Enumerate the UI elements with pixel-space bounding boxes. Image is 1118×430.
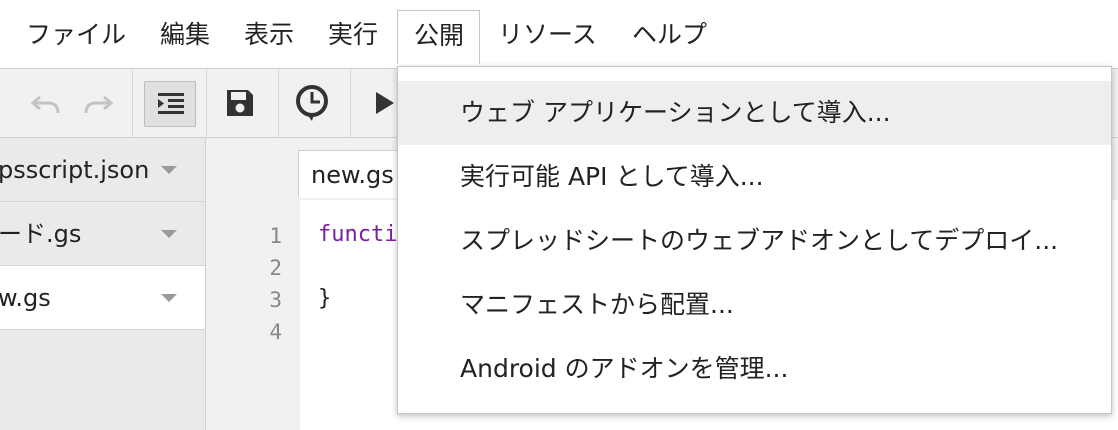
menu-edit[interactable]: 編集 (144, 10, 226, 64)
file-name: w.gs (0, 284, 51, 312)
manage-android-addons-item[interactable]: Android のアドオンを管理... (398, 337, 1111, 401)
indent-button[interactable] (144, 81, 196, 127)
chevron-down-icon[interactable] (161, 230, 177, 238)
deploy-as-sheets-web-addon-item[interactable]: スプレッドシートのウェブアドオンとしてデプロイ... (398, 209, 1111, 273)
toolbar-separator (206, 69, 207, 139)
menu-help[interactable]: ヘルプ (616, 10, 723, 64)
menu-publish[interactable]: 公開 (397, 10, 480, 64)
line-number: 4 (269, 320, 282, 344)
chevron-down-icon[interactable] (161, 294, 177, 302)
code-line-1: functi (318, 222, 398, 247)
indent-icon (158, 93, 184, 114)
menu-resources[interactable]: リソース (482, 10, 613, 64)
undo-icon (30, 95, 60, 114)
chevron-down-icon[interactable] (161, 166, 177, 174)
file-item-code-gs[interactable]: ード.gs (0, 202, 205, 266)
line-number: 3 (269, 288, 282, 312)
deploy-from-manifest-item[interactable]: マニフェストから配置... (398, 273, 1111, 337)
menu-file[interactable]: ファイル (10, 10, 142, 64)
deploy-as-web-app-item[interactable]: ウェブ アプリケーションとして導入... (398, 81, 1111, 145)
menu-run[interactable]: 実行 (312, 10, 394, 64)
toolbar-separator (350, 69, 351, 139)
undo-button[interactable] (24, 81, 68, 125)
file-item-new-gs[interactable]: w.gs (0, 266, 205, 330)
save-button[interactable] (218, 81, 262, 125)
deploy-as-api-executable-item[interactable]: 実行可能 API として導入... (398, 145, 1111, 209)
toolbar-separator (132, 69, 133, 139)
triggers-clock-icon (296, 85, 328, 121)
redo-icon (84, 95, 114, 114)
line-number: 2 (269, 256, 282, 280)
line-number: 1 (269, 224, 282, 248)
save-icon (227, 90, 253, 116)
run-play-icon (376, 92, 394, 114)
publish-dropdown-menu: ウェブ アプリケーションとして導入... 実行可能 API として導入... ス… (397, 66, 1112, 414)
editor-tab-new-gs[interactable]: new.gs (298, 150, 408, 198)
code-line-3: } (318, 286, 332, 311)
file-panel: psscript.json ード.gs w.gs (0, 138, 206, 430)
file-item-appsscript-json[interactable]: psscript.json (0, 138, 205, 202)
redo-button[interactable] (76, 81, 120, 125)
menu-bar: ファイル 編集 表示 実行 公開 リソース ヘルプ (0, 0, 1118, 68)
file-name: psscript.json (0, 156, 150, 184)
line-number-gutter: 1 2 3 4 (222, 200, 301, 430)
file-name: ード.gs (0, 220, 82, 248)
triggers-button[interactable] (290, 81, 334, 125)
menu-view[interactable]: 表示 (228, 10, 310, 64)
toolbar-separator (278, 69, 279, 139)
